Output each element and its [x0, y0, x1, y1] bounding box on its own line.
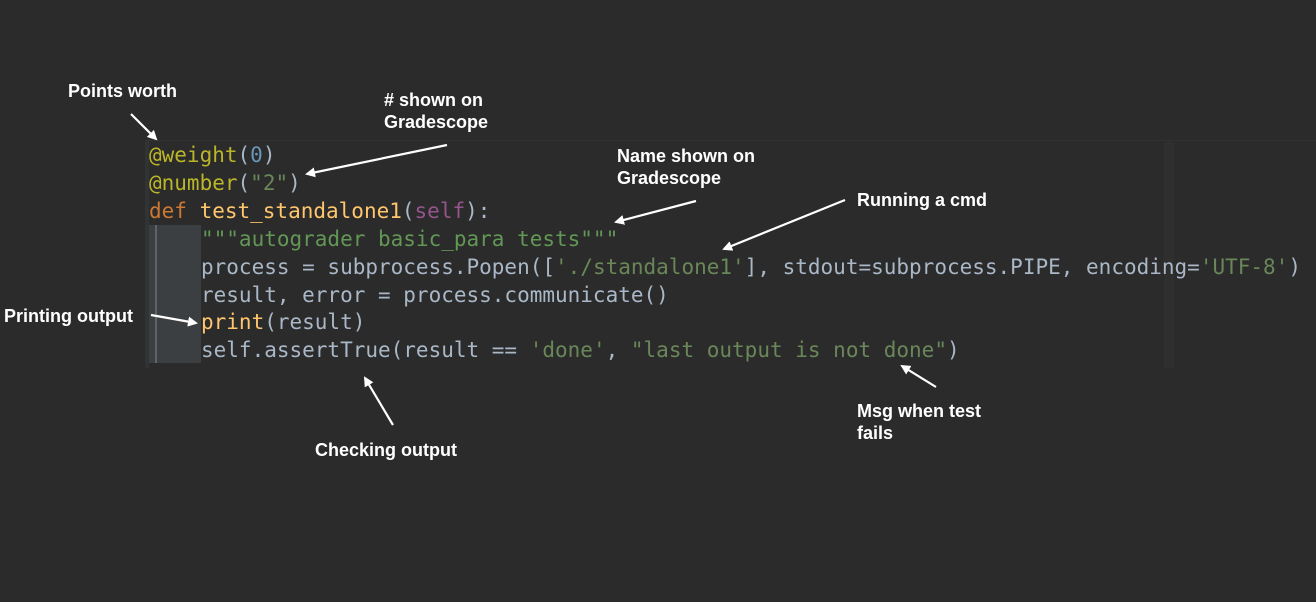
arrow-msg-when-fails	[900, 364, 937, 388]
arrow-printing-output	[150, 313, 198, 327]
arrow-checking-output	[363, 376, 394, 426]
arrow-name-shown	[614, 199, 697, 225]
arrow-number-shown	[305, 143, 448, 178]
annotation-arrows	[130, 113, 937, 426]
arrow-running-cmd	[722, 198, 846, 251]
arrow-points-worth	[130, 113, 158, 141]
